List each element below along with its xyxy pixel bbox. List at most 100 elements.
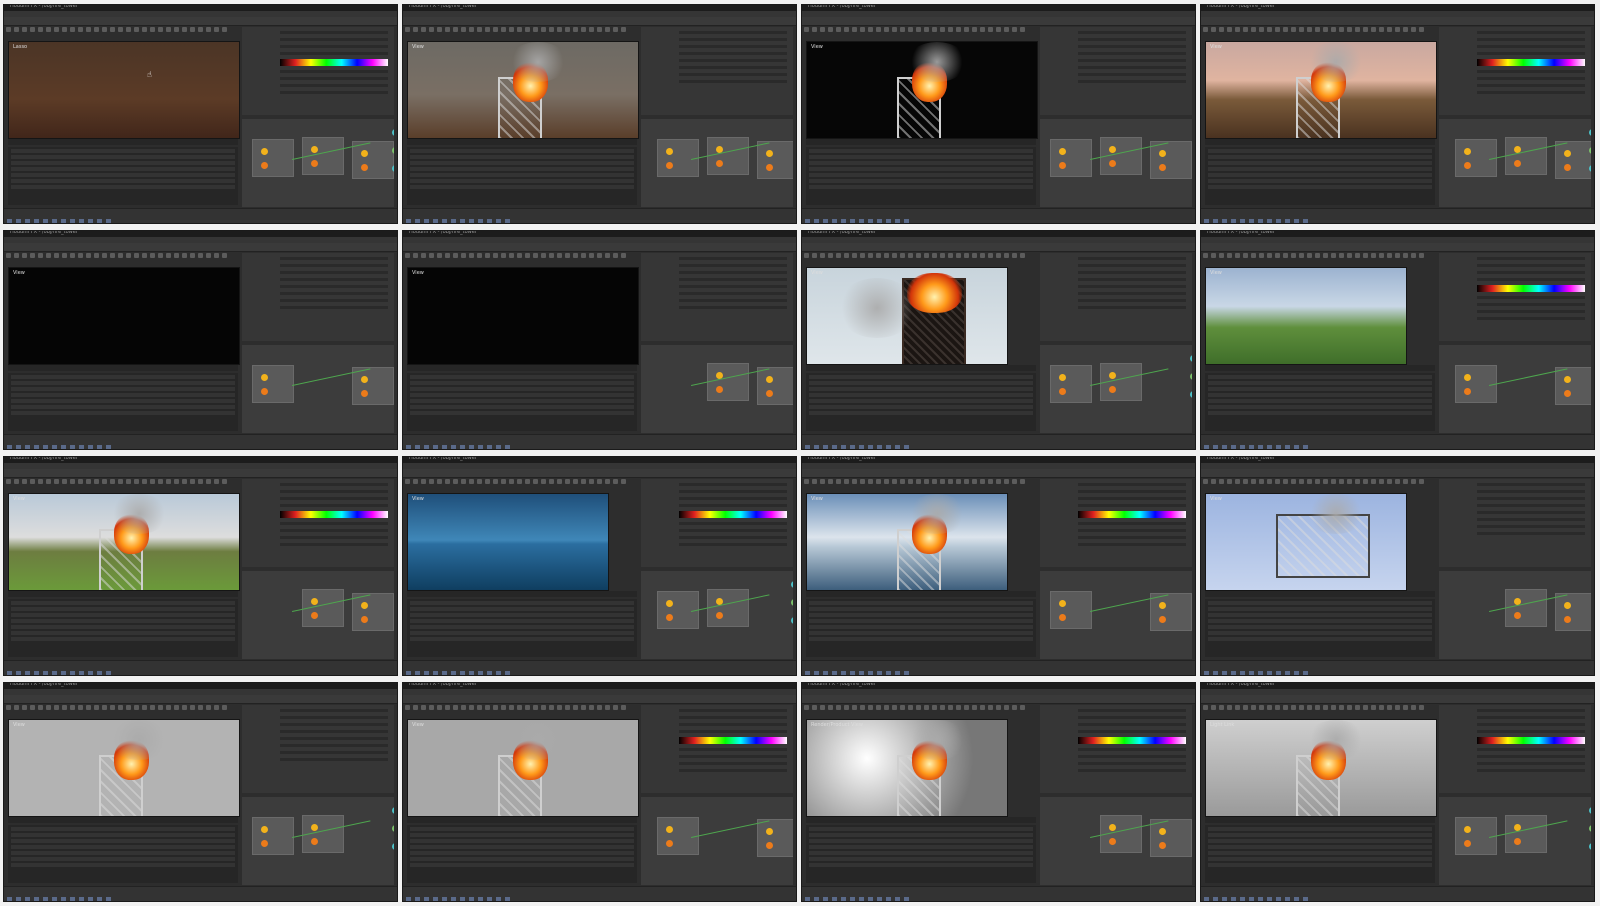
playback-button[interactable] (61, 445, 66, 449)
tool-icon[interactable] (804, 27, 809, 32)
tool-icon[interactable] (549, 479, 554, 484)
tool-icon[interactable] (158, 253, 163, 258)
param-field[interactable] (679, 52, 787, 55)
node-icon[interactable] (261, 374, 268, 381)
tool-icon[interactable] (948, 27, 953, 32)
tree-row[interactable] (410, 827, 634, 831)
tool-icon[interactable] (54, 479, 59, 484)
tool-icon[interactable] (908, 253, 913, 258)
tool-icon[interactable] (1307, 479, 1312, 484)
param-field[interactable] (1078, 80, 1186, 83)
tool-icon[interactable] (421, 27, 426, 32)
tree-row[interactable] (809, 625, 1033, 629)
tool-icon[interactable] (174, 253, 179, 258)
tool-icon[interactable] (501, 705, 506, 710)
playback-button[interactable] (832, 897, 837, 901)
tool-icon[interactable] (214, 705, 219, 710)
network-box[interactable] (1505, 815, 1547, 853)
param-field[interactable] (1078, 529, 1186, 532)
param-field[interactable] (679, 730, 787, 733)
tool-icon[interactable] (1379, 479, 1384, 484)
tool-icon[interactable] (78, 253, 83, 258)
param-field[interactable] (1477, 518, 1585, 521)
param-field[interactable] (280, 45, 388, 48)
network-view[interactable] (641, 119, 793, 207)
network-box[interactable] (352, 141, 394, 179)
playback-button[interactable] (406, 445, 411, 449)
tool-icon[interactable] (134, 479, 139, 484)
node-icon[interactable] (1514, 160, 1521, 167)
tool-icon[interactable] (453, 253, 458, 258)
playback-button[interactable] (451, 897, 456, 901)
node-icon[interactable] (1464, 148, 1471, 155)
tool-icon[interactable] (118, 705, 123, 710)
scene-viewer[interactable]: View (806, 493, 1008, 591)
param-field[interactable] (679, 299, 787, 302)
playback-button[interactable] (1294, 671, 1299, 675)
playback-button[interactable] (1222, 897, 1227, 901)
node-icon[interactable] (1059, 600, 1066, 607)
playback-button[interactable] (805, 445, 810, 449)
tool-icon[interactable] (509, 705, 514, 710)
tool-icon[interactable] (78, 479, 83, 484)
playback-button[interactable] (106, 219, 111, 223)
tree-row[interactable] (1208, 185, 1432, 189)
param-field[interactable] (1078, 299, 1186, 302)
playback-button[interactable] (88, 897, 93, 901)
playback-button[interactable] (52, 219, 57, 223)
tool-icon[interactable] (1355, 27, 1360, 32)
param-field[interactable] (679, 59, 787, 62)
tree-row[interactable] (410, 161, 634, 165)
playback-button[interactable] (814, 219, 819, 223)
timeline-bar[interactable] (1205, 817, 1435, 823)
node-icon[interactable] (766, 150, 773, 157)
tool-icon[interactable] (6, 705, 11, 710)
node-icon[interactable] (791, 581, 793, 588)
playback-button[interactable] (877, 219, 882, 223)
tool-icon[interactable] (1395, 479, 1400, 484)
tool-icon[interactable] (868, 705, 873, 710)
tree-row[interactable] (809, 411, 1033, 415)
tool-icon[interactable] (900, 479, 905, 484)
param-field[interactable] (280, 529, 388, 532)
tool-icon[interactable] (517, 705, 522, 710)
tree-row[interactable] (1208, 161, 1432, 165)
tool-icon[interactable] (541, 27, 546, 32)
tree-row[interactable] (1208, 827, 1432, 831)
playback-button[interactable] (7, 219, 12, 223)
tool-icon[interactable] (134, 705, 139, 710)
tool-icon[interactable] (1251, 479, 1256, 484)
playback-button[interactable] (823, 445, 828, 449)
tree-row[interactable] (1208, 619, 1432, 623)
tool-icon[interactable] (493, 253, 498, 258)
tree-row[interactable] (410, 637, 634, 641)
param-field[interactable] (1477, 317, 1585, 320)
param-field[interactable] (1477, 310, 1585, 313)
param-field[interactable] (679, 716, 787, 719)
param-field[interactable] (1477, 77, 1585, 80)
playback-button[interactable] (70, 671, 75, 675)
tool-icon[interactable] (86, 479, 91, 484)
tree-row[interactable] (410, 149, 634, 153)
node-icon[interactable] (666, 148, 673, 155)
node-icon[interactable] (392, 147, 394, 154)
node-icon[interactable] (766, 390, 773, 397)
param-field[interactable] (280, 77, 388, 80)
tool-icon[interactable] (860, 27, 865, 32)
playback-button[interactable] (505, 897, 510, 901)
network-view[interactable] (242, 119, 394, 207)
tree-row[interactable] (410, 173, 634, 177)
tool-icon[interactable] (142, 479, 147, 484)
tool-icon[interactable] (501, 27, 506, 32)
tool-icon[interactable] (501, 253, 506, 258)
tool-icon[interactable] (1259, 479, 1264, 484)
param-field[interactable] (679, 31, 787, 34)
param-field[interactable] (280, 543, 388, 546)
tool-icon[interactable] (1227, 253, 1232, 258)
tool-icon[interactable] (134, 253, 139, 258)
tool-icon[interactable] (621, 27, 626, 32)
tool-icon[interactable] (1219, 479, 1224, 484)
tree-row[interactable] (11, 857, 235, 861)
tool-icon[interactable] (1339, 253, 1344, 258)
tool-icon[interactable] (198, 705, 203, 710)
